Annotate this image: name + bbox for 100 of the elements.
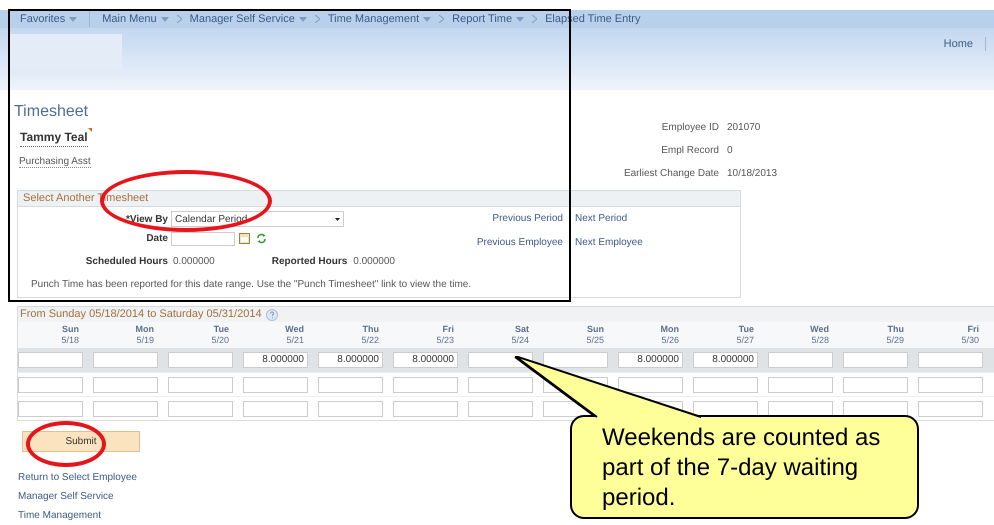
day-header: Thu (888, 324, 904, 335)
footer-link[interactable]: Manager Self Service (18, 491, 114, 503)
day-header: Tue (738, 324, 754, 335)
hours-field[interactable] (318, 400, 383, 416)
info-value: 10/18/2013 (727, 167, 778, 181)
hours-field[interactable] (843, 352, 908, 368)
help-icon[interactable] (266, 308, 278, 320)
info-note: Punch Time has been reported for this date range. Use the "Punch Timesheet" link to view the time. (31, 278, 472, 292)
day-header: Fri (442, 324, 454, 335)
date-header: 5/28 (811, 335, 829, 346)
date-header: 5/18 (61, 335, 79, 346)
nav-link[interactable]: Next Employee (575, 235, 643, 250)
dropdown-arrow-icon (335, 218, 340, 220)
breadcrumb-item[interactable]: Report Time (452, 10, 524, 28)
date-header: 5/26 (661, 335, 679, 346)
grid-title: From Sunday 05/18/2014 to Saturday 05/31/2014 (20, 307, 262, 322)
calendar-icon[interactable] (239, 233, 250, 244)
date-field[interactable] (171, 232, 235, 246)
info-value: 0 (727, 144, 733, 158)
hours-field[interactable] (543, 352, 608, 368)
hours-field[interactable] (618, 376, 683, 392)
chevron-icon (314, 15, 320, 23)
employee-name[interactable]: Tammy Teal (20, 128, 88, 147)
hours-field[interactable] (18, 352, 83, 368)
refresh-icon[interactable] (256, 233, 267, 244)
breadcrumb-item[interactable]: Main Menu (102, 10, 169, 28)
hours-field[interactable] (393, 400, 458, 416)
hours-field[interactable] (393, 376, 458, 392)
info-label: Empl Record (660, 144, 719, 158)
field-label: *View By (124, 212, 168, 226)
field-value: 0.000000 (353, 255, 395, 269)
date-header: 5/27 (736, 335, 754, 346)
hours-field[interactable] (468, 400, 533, 416)
date-header: 5/21 (286, 335, 304, 346)
date-header: 5/24 (511, 335, 529, 346)
nav-link[interactable]: Previous Period (463, 211, 563, 226)
hours-field[interactable] (243, 400, 308, 416)
corner-mark-icon (88, 128, 92, 132)
hours-field[interactable] (768, 352, 833, 368)
hours-field[interactable] (168, 376, 233, 392)
date-header: 5/19 (136, 335, 154, 346)
chevron-icon (532, 15, 538, 23)
hours-field[interactable] (918, 352, 983, 368)
day-header: Sat (514, 324, 529, 335)
day-header: Wed (810, 324, 829, 335)
nav-link[interactable]: Next Period (575, 211, 628, 226)
info-label: Employee ID (660, 121, 719, 135)
day-header: Thu (362, 324, 379, 335)
day-header: Mon (660, 324, 679, 335)
hours-field[interactable] (243, 376, 308, 392)
hours-field[interactable]: 8.000000 (243, 352, 308, 368)
field-value: 0.000000 (173, 255, 215, 269)
day-header: Sun (587, 324, 604, 335)
hours-field[interactable]: 8.000000 (618, 352, 683, 368)
hours-field[interactable] (468, 376, 533, 392)
hours-field[interactable] (18, 400, 83, 416)
day-header: Fri (967, 324, 979, 335)
hours-field[interactable] (768, 376, 833, 392)
date-header: 5/30 (961, 335, 979, 346)
field-label: Scheduled Hours (84, 255, 168, 269)
footer-link[interactable]: Time Management (18, 510, 101, 522)
hours-field[interactable] (768, 400, 833, 416)
hours-field[interactable] (843, 376, 908, 392)
hours-field[interactable]: 8.000000 (693, 352, 758, 368)
hours-field[interactable] (693, 400, 758, 416)
footer-link[interactable]: Return to Select Employee (18, 472, 137, 484)
date-header: 5/22 (361, 335, 379, 346)
chevron-icon (176, 15, 182, 23)
day-header: Tue (214, 324, 229, 335)
hours-field[interactable]: 8.000000 (318, 352, 383, 368)
job-title: Purchasing Asst (19, 156, 91, 168)
callout-text: Weekends are counted as part of the 7-day waiting period. (602, 424, 880, 511)
caret-icon (69, 16, 78, 22)
hours-field[interactable] (918, 376, 983, 392)
hours-field[interactable] (693, 376, 758, 392)
submit-button[interactable]: Submit (22, 431, 140, 452)
day-header: Sun (62, 324, 79, 335)
favorites-menu[interactable]: Favorites (20, 10, 90, 28)
nav-link[interactable]: Previous Employee (463, 235, 563, 250)
breadcrumb-item[interactable]: Manager Self Service (190, 10, 307, 28)
hours-field[interactable]: 8.000000 (393, 352, 458, 368)
date-header: 5/23 (436, 335, 454, 346)
hours-field[interactable] (168, 400, 233, 416)
hours-field[interactable] (843, 400, 908, 416)
home-link[interactable]: Home (944, 36, 973, 52)
day-header: Mon (136, 324, 154, 335)
hours-field[interactable] (93, 352, 158, 368)
day-header: Wed (285, 324, 304, 335)
field-label: Reported Hours (272, 255, 348, 269)
hours-field[interactable] (318, 376, 383, 392)
hours-field[interactable] (168, 352, 233, 368)
date-header: 5/29 (886, 335, 904, 346)
hours-field[interactable] (918, 400, 983, 416)
chevron-icon (439, 15, 444, 23)
hours-field[interactable] (93, 400, 158, 416)
breadcrumb-item[interactable]: Time Management (328, 10, 432, 28)
hours-field[interactable] (18, 376, 83, 392)
hours-field[interactable] (93, 376, 158, 392)
info-label: Earliest Change Date (622, 167, 719, 181)
field-label: Date (145, 232, 168, 246)
